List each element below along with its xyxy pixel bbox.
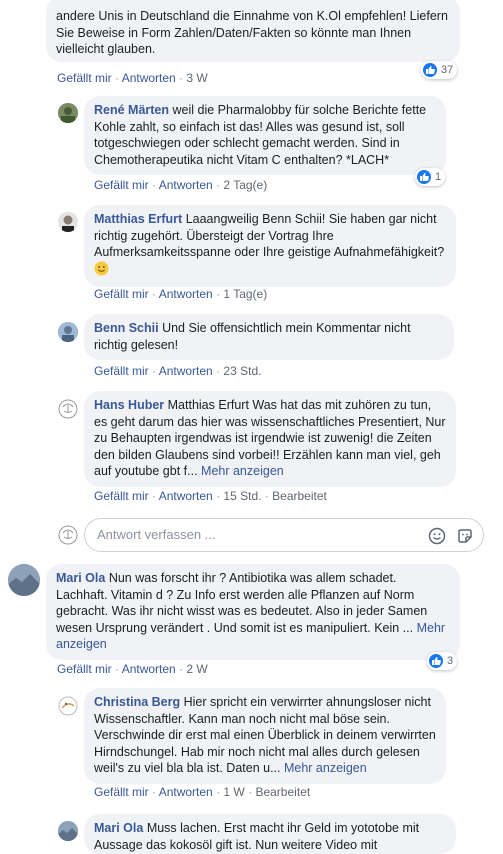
like-icon bbox=[423, 63, 437, 77]
avatar[interactable] bbox=[8, 564, 40, 596]
author-name[interactable]: Matthias Erfurt bbox=[94, 212, 182, 226]
like-link[interactable]: Gefällt mir bbox=[57, 662, 112, 676]
reply-link[interactable]: Antworten bbox=[159, 489, 213, 503]
comment-bubble: René Märten weil die Pharmalobby für sol… bbox=[84, 96, 446, 175]
separator: · bbox=[152, 364, 157, 378]
like-link[interactable]: Gefällt mir bbox=[94, 785, 149, 799]
reply-link[interactable]: Antworten bbox=[159, 785, 213, 799]
avatar-placeholder-icon[interactable] bbox=[58, 399, 78, 419]
reaction-count[interactable]: 3 bbox=[427, 652, 458, 670]
timestamp[interactable]: 1 W bbox=[223, 785, 244, 799]
separator: · bbox=[152, 287, 157, 301]
comment-bubble: Mari Ola Muss lachen. Erst macht ihr Gel… bbox=[84, 814, 456, 854]
avatar[interactable] bbox=[58, 212, 78, 232]
avatar-placeholder-icon bbox=[58, 525, 78, 545]
reply-link[interactable]: Antworten bbox=[159, 364, 213, 378]
reply-link[interactable]: Antworten bbox=[122, 662, 176, 676]
author-name[interactable]: René Märten bbox=[94, 103, 169, 117]
timestamp[interactable]: 2 Tag(e) bbox=[223, 178, 267, 192]
comment-actions: Gefällt mir · Antworten · 23 Std. bbox=[94, 364, 261, 378]
reaction-number: 3 bbox=[447, 655, 454, 667]
emoji-icon[interactable] bbox=[428, 527, 446, 545]
separator: · bbox=[216, 287, 221, 301]
see-more-link[interactable]: Mehr anzeigen bbox=[284, 761, 367, 775]
comment-actions: Gefällt mir · Antworten · 2 W bbox=[57, 662, 208, 676]
sticker-icon[interactable] bbox=[456, 527, 474, 545]
comment-actions: Gefällt mir · Antworten · 15 Std. · Bear… bbox=[94, 489, 327, 503]
comment-actions: Gefällt mir · Antworten · 1 Tag(e) bbox=[94, 287, 267, 301]
timestamp[interactable]: 3 W bbox=[186, 71, 207, 85]
comment-bubble: Benn Schii Und Sie offensichtlich mein K… bbox=[84, 314, 454, 360]
author-name[interactable]: Hans Huber bbox=[94, 398, 164, 412]
avatar[interactable] bbox=[58, 103, 78, 123]
edited-label: Bearbeitet bbox=[255, 785, 311, 799]
reply-input[interactable] bbox=[95, 526, 409, 543]
timestamp[interactable]: 1 Tag(e) bbox=[223, 287, 267, 301]
reply-link[interactable]: Antworten bbox=[159, 287, 213, 301]
separator: · bbox=[216, 364, 221, 378]
separator: · bbox=[179, 71, 184, 85]
separator: · bbox=[152, 785, 157, 799]
comment-actions: Gefällt mir · Antworten · 3 W bbox=[57, 71, 208, 85]
like-link[interactable]: Gefällt mir bbox=[94, 287, 149, 301]
separator: · bbox=[152, 489, 157, 503]
reply-link[interactable]: Antworten bbox=[159, 178, 213, 192]
reply-link[interactable]: Antworten bbox=[122, 71, 176, 85]
separator: · bbox=[216, 785, 221, 799]
reaction-number: 37 bbox=[441, 64, 454, 76]
reaction-count[interactable]: 37 bbox=[421, 61, 458, 79]
author-name[interactable]: Benn Schii bbox=[94, 321, 159, 335]
separator: · bbox=[264, 489, 269, 503]
timestamp[interactable]: 15 Std. bbox=[223, 489, 261, 503]
timestamp[interactable]: 23 Std. bbox=[223, 364, 261, 378]
like-icon bbox=[417, 170, 431, 184]
like-link[interactable]: Gefällt mir bbox=[94, 489, 149, 503]
reaction-count[interactable]: 1 bbox=[415, 168, 446, 186]
avatar[interactable] bbox=[58, 322, 78, 342]
author-name[interactable]: Mari Ola bbox=[56, 571, 105, 585]
author-name[interactable]: Mari Ola bbox=[94, 821, 143, 835]
avatar[interactable] bbox=[58, 696, 78, 716]
edited-label: Bearbeitet bbox=[272, 489, 327, 503]
comment-bubble: Hans Huber Matthias Erfurt Was hat das m… bbox=[84, 391, 456, 487]
see-more-link[interactable]: Mehr anzeigen bbox=[201, 464, 284, 478]
comment-bubble: andere Unis in Deutschland die Einnahme … bbox=[46, 0, 460, 62]
comment-text: Nun was forscht ihr ? Antibiotika was al… bbox=[56, 571, 428, 635]
separator: · bbox=[248, 785, 253, 799]
separator: · bbox=[115, 71, 120, 85]
separator: · bbox=[152, 178, 157, 192]
timestamp[interactable]: 2 W bbox=[186, 662, 207, 676]
comment-text: andere Unis in Deutschland die Einnahme … bbox=[56, 9, 448, 56]
like-link[interactable]: Gefällt mir bbox=[94, 364, 149, 378]
comment-actions: Gefällt mir · Antworten · 1 W · Bearbeit… bbox=[94, 785, 310, 799]
reaction-number: 1 bbox=[435, 171, 442, 183]
reply-composer[interactable] bbox=[84, 518, 484, 552]
comment-bubble: Matthias Erfurt Laaangweilig Benn Schii!… bbox=[84, 205, 456, 287]
avatar[interactable] bbox=[58, 821, 78, 841]
separator: · bbox=[115, 662, 120, 676]
comment-bubble: Mari Ola Nun was forscht ihr ? Antibioti… bbox=[46, 564, 460, 660]
smile-emoji-icon bbox=[94, 260, 109, 281]
like-icon bbox=[429, 654, 443, 668]
separator: · bbox=[179, 662, 184, 676]
comment-bubble: Christina Berg Hier spricht ein verwirrt… bbox=[84, 688, 446, 784]
like-link[interactable]: Gefällt mir bbox=[57, 71, 112, 85]
author-name[interactable]: Christina Berg bbox=[94, 695, 180, 709]
comment-actions: Gefällt mir · Antworten · 2 Tag(e) bbox=[94, 178, 267, 192]
separator: · bbox=[216, 489, 221, 503]
separator: · bbox=[216, 178, 221, 192]
like-link[interactable]: Gefällt mir bbox=[94, 178, 149, 192]
